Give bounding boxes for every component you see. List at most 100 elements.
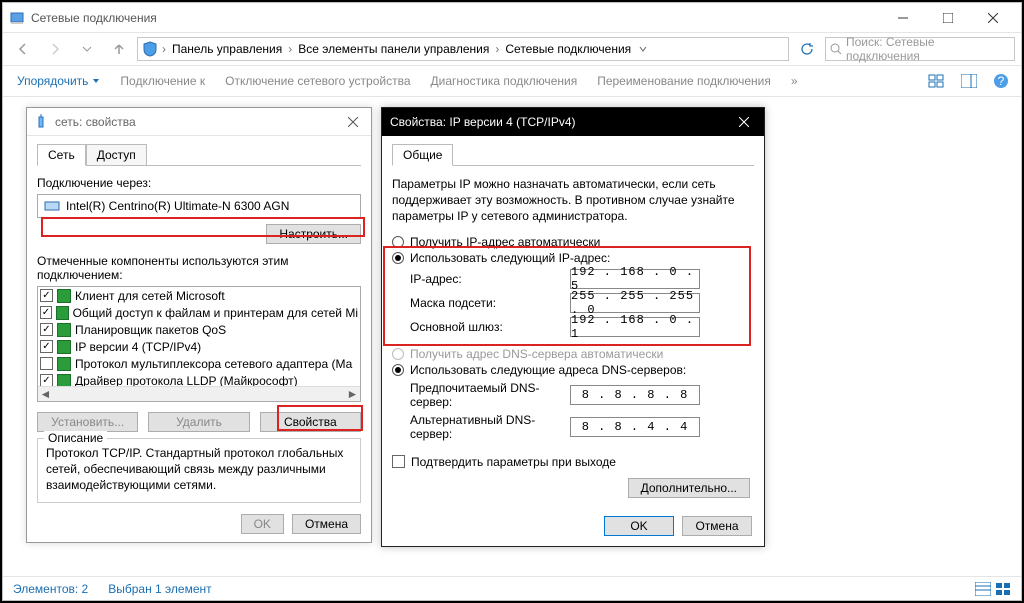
dns-auto-radio: Получить адрес DNS-сервера автоматически — [392, 347, 754, 361]
refresh-button[interactable] — [793, 37, 821, 61]
radio-icon — [392, 364, 404, 376]
component-item-1[interactable]: Общий доступ к файлам и принтерам для се… — [38, 304, 360, 321]
toolbar-chevron-icon[interactable]: » — [785, 70, 804, 92]
connect-using-label: Подключение через: — [37, 176, 361, 190]
component-label: Планировщик пакетов QoS — [75, 323, 226, 337]
ok-button[interactable]: OK — [241, 514, 284, 534]
dns2-label: Альтернативный DNS-сервер: — [410, 413, 570, 441]
description-header: Описание — [44, 431, 107, 445]
description-text: Протокол TCP/IP. Стандартный протокол гл… — [46, 445, 352, 494]
ip-address-label: IP-адрес: — [410, 272, 570, 286]
crumb-item-2[interactable]: Сетевые подключения — [503, 42, 633, 56]
cancel-button[interactable]: Отмена — [292, 514, 361, 534]
component-icon — [56, 306, 69, 320]
breadcrumb[interactable]: › Панель управления › Все элементы панел… — [137, 37, 789, 61]
wifi-icon — [33, 114, 49, 130]
component-icon — [57, 340, 71, 354]
titlebar: Сетевые подключения — [3, 3, 1021, 33]
details-view-icon[interactable] — [975, 582, 991, 596]
dialog-close-button[interactable] — [732, 112, 756, 132]
component-label: Клиент для сетей Microsoft — [75, 289, 225, 303]
radio-icon — [392, 252, 404, 264]
radio-icon — [392, 236, 404, 248]
cancel-button[interactable]: Отмена — [682, 516, 752, 536]
crumb-item-1[interactable]: Все элементы панели управления — [296, 42, 491, 56]
network-properties-dialog: сеть: свойства Сеть Доступ Подключение ч… — [26, 107, 372, 543]
components-list[interactable]: Клиент для сетей Microsoft Общий доступ к… — [37, 286, 361, 402]
dns1-field[interactable]: 8 . 8 . 8 . 8 — [570, 385, 700, 405]
adapter-name: Intel(R) Centrino(R) Ultimate-N 6300 AGN — [66, 199, 289, 213]
scroll-left-icon[interactable]: ◄ — [38, 387, 53, 402]
checkbox-icon[interactable] — [40, 357, 53, 370]
checkbox-icon[interactable] — [40, 323, 53, 336]
advanced-button[interactable]: Дополнительно... — [628, 478, 750, 498]
component-label: Общий доступ к файлам и принтерам для се… — [73, 306, 358, 320]
nav-row: › Панель управления › Все элементы панел… — [3, 33, 1021, 65]
checkbox-icon[interactable] — [40, 340, 53, 353]
configure-button[interactable]: Настроить... — [266, 224, 361, 244]
horizontal-scrollbar[interactable]: ◄ ► — [38, 386, 360, 401]
component-label: Протокол мультиплексора сетевого адаптер… — [75, 357, 352, 371]
ok-button[interactable]: OK — [604, 516, 674, 536]
dialog-title: Свойства: IP версии 4 (TCP/IPv4) — [390, 115, 732, 129]
properties-button[interactable]: Свойства — [260, 412, 361, 432]
ip-manual-radio[interactable]: Использовать следующий IP-адрес: — [392, 251, 754, 265]
subnet-mask-field[interactable]: 255 . 255 . 255 . 0 — [570, 293, 700, 313]
tab-network[interactable]: Сеть — [37, 144, 86, 166]
statusbar: Элементов: 2 Выбран 1 элемент — [3, 576, 1021, 600]
validate-checkbox[interactable]: Подтвердить параметры при выходе — [392, 455, 754, 469]
toolbar: Упорядочить Подключение к Отключение сет… — [3, 65, 1021, 97]
forward-button[interactable] — [41, 37, 69, 61]
up-button[interactable] — [105, 37, 133, 61]
history-button[interactable] — [73, 37, 101, 61]
large-icons-view-icon[interactable] — [995, 582, 1011, 596]
tab-access[interactable]: Доступ — [86, 144, 147, 166]
component-item-0[interactable]: Клиент для сетей Microsoft — [38, 287, 360, 304]
checkbox-icon[interactable] — [40, 306, 52, 319]
install-button[interactable]: Установить... — [37, 412, 138, 432]
close-button[interactable] — [970, 3, 1015, 33]
view-dropdown[interactable] — [925, 69, 949, 93]
component-item-4[interactable]: Протокол мультиплексора сетевого адаптер… — [38, 355, 360, 372]
dns-manual-radio[interactable]: Использовать следующие адреса DNS-сервер… — [392, 363, 754, 377]
gateway-field[interactable]: 192 . 168 . 0 . 1 — [570, 317, 700, 337]
tab-general[interactable]: Общие — [392, 144, 453, 166]
connect-action[interactable]: Подключение к — [114, 70, 211, 92]
ip-address-field[interactable]: 192 . 168 . 0 . 5 — [570, 269, 700, 289]
svg-text:?: ? — [998, 74, 1005, 88]
diagnose-action[interactable]: Диагностика подключения — [425, 70, 584, 92]
breadcrumb-dropdown[interactable] — [637, 43, 649, 55]
shield-icon — [142, 41, 158, 57]
dialog-titlebar[interactable]: сеть: свойства — [27, 108, 371, 136]
organize-menu[interactable]: Упорядочить — [11, 70, 106, 92]
subnet-mask-label: Маска подсети: — [410, 296, 570, 310]
window-title: Сетевые подключения — [31, 11, 880, 25]
maximize-button[interactable] — [925, 3, 970, 33]
component-icon — [57, 357, 71, 371]
checkbox-icon[interactable] — [40, 289, 53, 302]
search-input[interactable]: Поиск: Сетевые подключения — [825, 37, 1015, 61]
back-button[interactable] — [9, 37, 37, 61]
component-icon — [57, 289, 71, 303]
intro-text: Параметры IP можно назначать автоматичес… — [392, 176, 754, 225]
window-icon — [9, 10, 25, 26]
ip-auto-radio[interactable]: Получить IP-адрес автоматически — [392, 235, 754, 249]
radio-icon — [392, 348, 404, 360]
minimize-button[interactable] — [880, 3, 925, 33]
adapter-icon — [44, 200, 60, 212]
disable-action[interactable]: Отключение сетевого устройства — [219, 70, 416, 92]
rename-action[interactable]: Переименование подключения — [591, 70, 777, 92]
help-button[interactable]: ? — [989, 69, 1013, 93]
remove-button[interactable]: Удалить — [148, 412, 249, 432]
preview-pane-button[interactable] — [957, 69, 981, 93]
component-item-2[interactable]: Планировщик пакетов QoS — [38, 321, 360, 338]
dns2-field[interactable]: 8 . 8 . 4 . 4 — [570, 417, 700, 437]
component-item-3[interactable]: IP версии 4 (TCP/IPv4) — [38, 338, 360, 355]
search-placeholder: Поиск: Сетевые подключения — [846, 35, 1010, 63]
dialog-titlebar[interactable]: Свойства: IP версии 4 (TCP/IPv4) — [382, 108, 764, 136]
scroll-right-icon[interactable]: ► — [345, 387, 360, 402]
status-selected: Выбран 1 элемент — [108, 582, 211, 596]
crumb-item-0[interactable]: Панель управления — [170, 42, 284, 56]
dns1-label: Предпочитаемый DNS-сервер: — [410, 381, 570, 409]
dialog-close-button[interactable] — [341, 112, 365, 132]
